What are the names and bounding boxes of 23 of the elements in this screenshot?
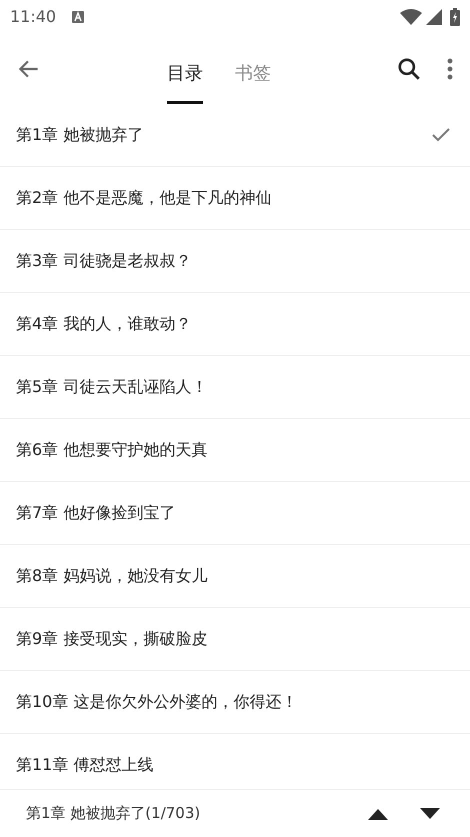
battery-icon: [450, 8, 460, 26]
chapter-item[interactable]: 第11章 傅怼怼上线: [16, 753, 454, 777]
chapter-item[interactable]: 第9章 接受现实，撕破脸皮: [16, 627, 454, 651]
caret-down-icon: [420, 808, 440, 820]
chapter-item[interactable]: 第3章 司徒骁是老叔叔？: [16, 249, 454, 273]
tab[interactable]: 目录: [167, 50, 203, 104]
search-icon: [396, 56, 422, 82]
chapter-item[interactable]: 第7章 他好像捡到宝了: [16, 501, 454, 525]
chapter-item[interactable]: 第2章 他不是恶魔，他是下凡的神仙: [16, 186, 454, 210]
signal-icon: [426, 9, 442, 25]
notification-icon: [72, 11, 84, 23]
chapter-item[interactable]: 第6章 他想要守护她的天真: [16, 438, 454, 462]
chapter-item[interactable]: 第1章 她被抛弃了: [16, 123, 432, 147]
more-icon: [446, 57, 454, 81]
chapter-item[interactable]: 第8章 妈妈说，她没有女儿: [16, 564, 454, 588]
current-chapter-label: 第1章 她被抛弃了(1/703): [26, 803, 202, 824]
tab[interactable]: 书签: [235, 50, 271, 104]
chapter-item[interactable]: 第4章 我的人，谁敢动？: [16, 312, 454, 336]
caret-up-icon: [368, 808, 388, 820]
status-time: 11:40: [10, 6, 56, 28]
wifi-icon: [400, 9, 422, 25]
chapter-item[interactable]: 第5章 司徒云天乱诬陷人！: [16, 375, 454, 399]
chapter-item[interactable]: 第10章 这是你欠外公外婆的，你得还！: [16, 690, 454, 714]
